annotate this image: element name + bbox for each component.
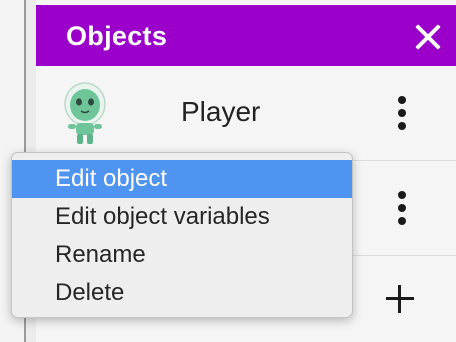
- close-icon[interactable]: [414, 23, 442, 51]
- object-context-menu: Edit object Edit object variables Rename…: [11, 152, 353, 318]
- menu-item-edit-object-variables[interactable]: Edit object variables: [12, 198, 352, 236]
- object-name: Player: [181, 96, 261, 127]
- menu-item-rename[interactable]: Rename: [12, 236, 352, 274]
- object-row-player[interactable]: Player: [36, 66, 456, 161]
- app-root: Objects Player Edit object Edit object v…: [0, 0, 456, 342]
- more-vertical-icon[interactable]: [398, 96, 406, 130]
- more-vertical-icon[interactable]: [398, 191, 406, 225]
- plus-icon[interactable]: [386, 285, 414, 313]
- menu-item-edit-object[interactable]: Edit object: [12, 160, 352, 198]
- player-thumbnail-icon: [64, 82, 106, 144]
- panel-title: Objects: [66, 21, 168, 51]
- objects-panel-header: Objects: [36, 5, 456, 66]
- menu-item-delete[interactable]: Delete: [12, 274, 352, 312]
